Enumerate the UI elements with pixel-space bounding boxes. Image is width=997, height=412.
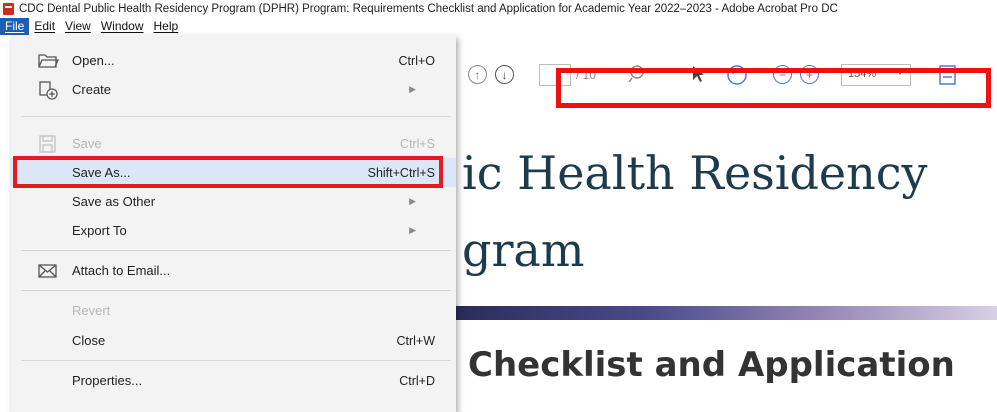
menu-edit[interactable]: Edit (29, 18, 60, 35)
menu-item-label: Save as Other (72, 194, 156, 209)
menu-window[interactable]: Window (96, 18, 149, 35)
submenu-arrow-icon: ▶ (409, 225, 416, 235)
menu-item-close[interactable]: Close Ctrl+W (11, 326, 456, 355)
menu-item-shortcut: Ctrl+W (396, 333, 435, 348)
menu-view[interactable]: View (60, 18, 96, 35)
menu-item-label: Create (72, 82, 112, 97)
toolbar-highlight-box (556, 68, 991, 108)
menu-item-export-to[interactable]: Export To ▶ (11, 216, 456, 245)
doc-gradient-band (455, 306, 997, 320)
menu-item-label: Attach to Email... (72, 263, 171, 278)
menu-item-shortcut: Ctrl+D (399, 373, 435, 388)
menu-item-label: Save (72, 136, 102, 151)
menu-help[interactable]: Help (149, 18, 184, 35)
menu-item-label: Close (72, 333, 106, 348)
doc-heading-line-2: gram (462, 223, 585, 277)
doc-heading-line-1: ic Health Residency (462, 146, 928, 200)
menu-item-create[interactable]: Create ▶ (11, 75, 456, 104)
menu-item-shortcut: Ctrl+O (398, 53, 435, 68)
menu-item-label: Properties... (72, 373, 143, 388)
menu-separator (21, 250, 451, 251)
menu-item-save-as-other[interactable]: Save as Other ▶ (11, 187, 456, 216)
menu-item-label: Revert (72, 303, 111, 318)
save-disk-icon (37, 134, 59, 154)
acrobat-app-icon (3, 3, 14, 15)
menu-item-revert[interactable]: Revert (11, 296, 456, 325)
title-bar: CDC Dental Public Health Residency Progr… (0, 0, 997, 18)
create-pdf-icon (37, 80, 59, 100)
window-title: CDC Dental Public Health Residency Progr… (19, 3, 838, 15)
menu-item-properties[interactable]: Properties... Ctrl+D (11, 366, 456, 395)
submenu-arrow-icon: ▶ (409, 196, 416, 206)
menu-item-label: Export To (72, 223, 127, 238)
folder-open-icon (37, 51, 59, 71)
previous-page-icon[interactable]: ↑ (468, 65, 487, 84)
menu-separator (21, 360, 451, 361)
menu-item-open[interactable]: Open... Ctrl+O (11, 46, 456, 75)
file-menu: Open... Ctrl+O Create ▶ Save Ctrl+S Save… (11, 35, 456, 412)
menu-bar: File Edit View Window Help (0, 18, 997, 35)
submenu-arrow-icon: ▶ (409, 84, 416, 94)
menu-item-shortcut: Ctrl+S (399, 136, 435, 151)
menu-item-label: Open... (72, 53, 115, 68)
menu-separator (21, 116, 451, 117)
menu-item-save[interactable]: Save Ctrl+S (11, 129, 456, 158)
menu-file[interactable]: File (0, 18, 30, 35)
doc-subheading: Checklist and Application (468, 345, 955, 385)
envelope-icon (37, 261, 59, 281)
menu-separator (21, 290, 451, 291)
next-page-icon[interactable]: ↓ (495, 65, 514, 84)
menu-item-attach-email[interactable]: Attach to Email... (11, 256, 456, 285)
save-as-highlight-box (13, 156, 443, 188)
